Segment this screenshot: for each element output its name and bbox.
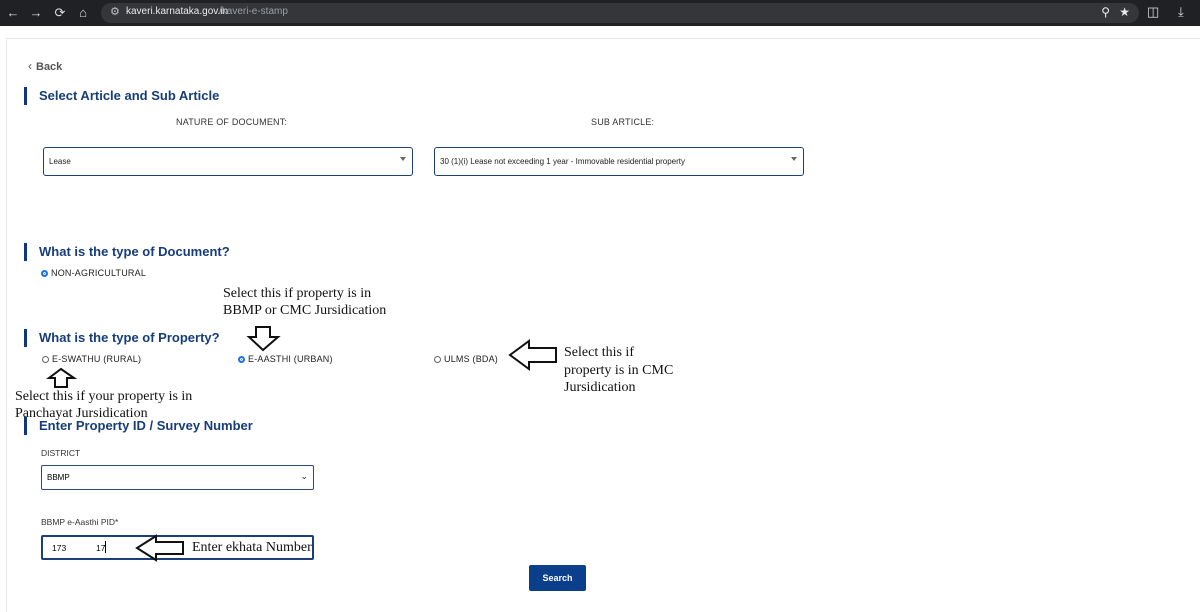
annotation-pid-note: Enter ekhata Number [192,540,312,555]
section-title-article: Select Article and Sub Article [24,87,219,105]
radio-non-agricultural[interactable]: NON-AGRICULTURAL [41,268,146,278]
search-button[interactable]: Search [529,565,586,591]
district-label: DISTRICT [41,448,81,458]
address-bar[interactable]: ⚙ kaveri.karnataka.gov.in /kaveri-e-stam… [101,3,1139,23]
pid-value-part1: 173 [52,543,67,553]
section-title-document-type: What is the type of Document? [24,243,230,261]
bookmark-star-icon[interactable]: ★ [1119,5,1130,19]
down-arrow-icon [246,326,281,352]
left-arrow-icon [508,339,557,371]
annotation-ulms-line1: Select this if [564,345,634,360]
download-icon[interactable]: ⤓ [1178,4,1184,20]
left-arrow-icon [135,534,184,562]
site-info-icon[interactable]: ⚙ [110,5,120,18]
radio-dot [42,355,49,363]
sub-article-label: SUB ARTICLE: [591,117,655,127]
district-select[interactable]: BBMP ⌄ [41,465,314,490]
caret-down-icon [400,157,406,161]
caret-down-icon [791,157,797,161]
annotation-ulms-line2: property is in CMC [564,363,674,378]
radio-ulms[interactable]: ULMS (BDA) [434,354,498,364]
browser-toolbar: ← → ⟳ ⌂ ⚙ kaveri.karnataka.gov.in /kaver… [0,0,1200,26]
district-value: BBMP [47,473,70,482]
extensions-icon[interactable]: ◫ [1147,4,1159,20]
annotation-urban-line2: BBMP or CMC Jursidication [223,303,387,318]
annotation-rural-line2: Panchayat Jursidication [15,406,148,421]
chevron-down-icon: ⌄ [300,471,308,481]
radio-dot [41,269,48,277]
radio-dot [238,355,245,363]
home-icon[interactable]: ⌂ [74,4,92,22]
annotation-ulms-line3: Jursidication [564,380,636,395]
radio-e-aasthi[interactable]: E-AASTHI (URBAN) [238,354,333,364]
url-path: /kaveri-e-stamp [219,6,288,17]
pid-label: BBMP e-Aasthi PID* [41,517,119,527]
radio-label: ULMS (BDA) [444,354,499,364]
back-arrow-icon[interactable]: ← [4,4,22,22]
radio-e-swathu[interactable]: E-SWATHU (RURAL) [42,354,141,364]
back-label: Back [36,61,63,73]
nature-of-document-select[interactable]: Lease [43,147,413,176]
zoom-icon[interactable]: ⚲ [1101,5,1110,19]
url-host: kaveri.karnataka.gov.in [126,6,229,17]
sub-article-select[interactable]: 30 (1)(i) Lease not exceeding 1 year - I… [434,147,804,176]
nature-of-document-value: Lease [49,157,71,166]
back-link[interactable]: ‹ Back [28,59,62,73]
forward-arrow-icon[interactable]: → [27,4,45,22]
sub-article-value: 30 (1)(i) Lease not exceeding 1 year - I… [440,157,686,166]
section-title-property-type: What is the type of Property? [24,329,220,347]
reload-icon[interactable]: ⟳ [51,4,69,22]
up-arrow-icon [46,367,78,388]
radio-label: NON-AGRICULTURAL [51,268,147,278]
radio-label: E-AASTHI (URBAN) [248,354,333,364]
text-cursor [105,541,106,553]
radio-label: E-SWATHU (RURAL) [52,354,142,364]
chevron-left-icon: ‹ [28,59,32,73]
nature-of-document-label: NATURE OF DOCUMENT: [176,117,288,127]
annotation-rural-line1: Select this if your property is in [15,389,193,404]
radio-dot [434,355,441,363]
annotation-urban-line1: Select this if property is in [223,286,372,301]
